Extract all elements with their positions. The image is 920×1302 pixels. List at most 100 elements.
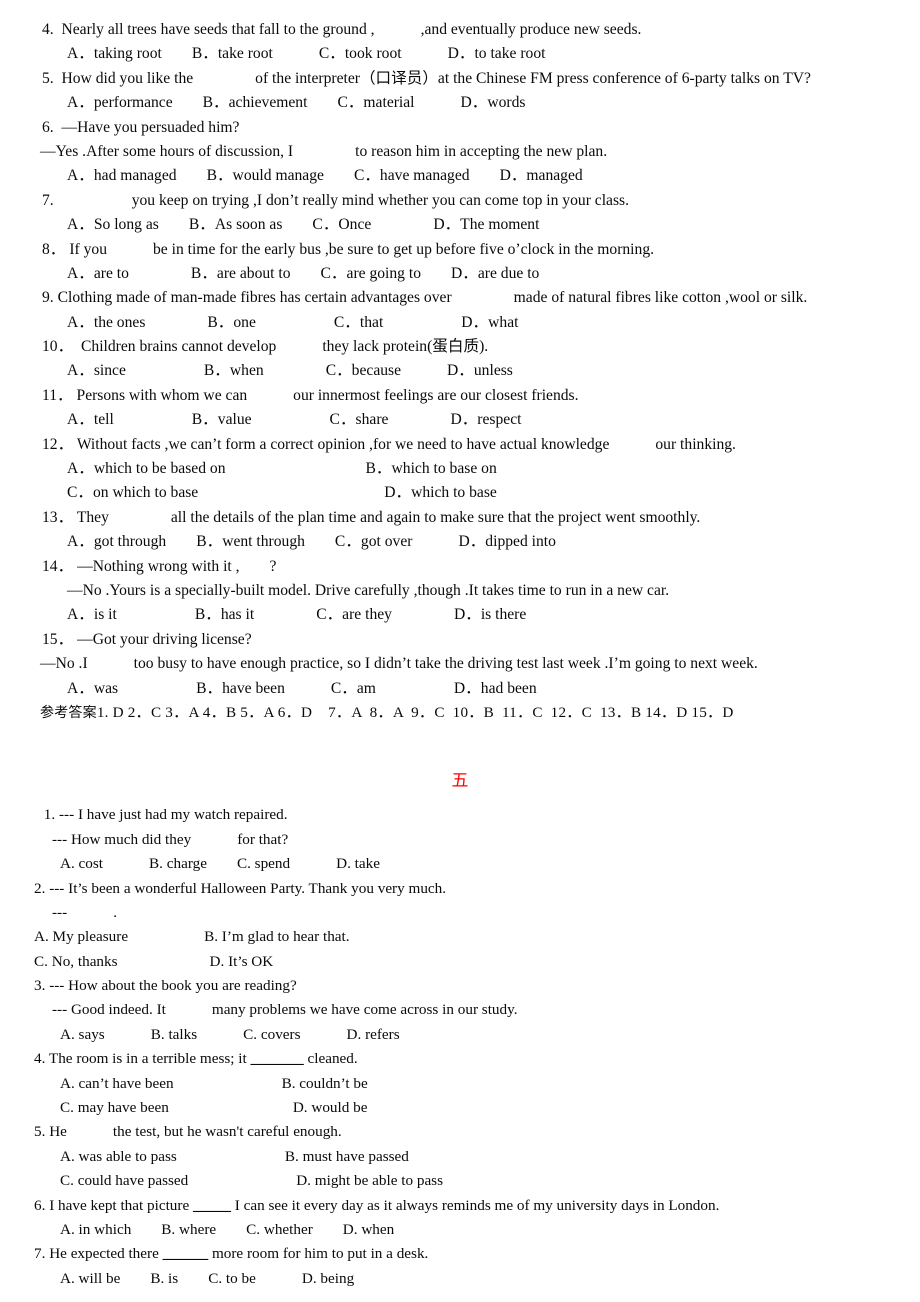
option-d[interactable]: D．what xyxy=(461,314,518,331)
option-b[interactable]: B．have been xyxy=(196,680,285,697)
reply-text-after: to reason him in accepting the new plan. xyxy=(355,142,608,160)
option-a[interactable]: A．tell xyxy=(67,411,114,428)
option-d[interactable]: D．are due to xyxy=(451,265,539,282)
option-c[interactable]: C. whether xyxy=(246,1221,313,1238)
question-reply: --- Good indeed. It many problems we have… xyxy=(20,998,900,1022)
option-c[interactable]: C. spend xyxy=(237,855,290,872)
option-a[interactable]: A．the ones xyxy=(67,314,145,331)
option-b[interactable]: B．has it xyxy=(195,606,254,623)
option-d[interactable]: D．words xyxy=(461,94,526,111)
option-c[interactable]: C．material xyxy=(337,94,414,111)
option-c[interactable]: C．that xyxy=(334,314,383,331)
question-number: 13． xyxy=(42,508,74,526)
option-a[interactable]: A．is it xyxy=(67,606,117,623)
option-c[interactable]: C．am xyxy=(331,680,376,697)
option-c[interactable]: C．because xyxy=(326,362,401,379)
question-number: 8． xyxy=(42,240,66,258)
section-divider xyxy=(20,725,900,751)
option-a[interactable]: A．got through xyxy=(67,533,166,550)
option-d[interactable]: D．The moment xyxy=(433,216,539,233)
option-d[interactable]: D. would be xyxy=(293,1099,368,1116)
option-b[interactable]: B．take root xyxy=(192,45,273,62)
answer-key-text: 1. D 2．C 3．A 4．B 5．A 6．D 7．A 8．A 9．C 10．… xyxy=(96,703,734,721)
option-a[interactable]: A. My pleasure xyxy=(34,928,128,945)
option-b[interactable]: B．As soon as xyxy=(189,216,283,233)
option-b[interactable]: B．one xyxy=(207,314,256,331)
option-b[interactable]: B. charge xyxy=(149,855,207,872)
option-c[interactable]: C．got over xyxy=(335,533,413,550)
option-row: A．is it B．has it C．are they D．is there xyxy=(20,603,900,627)
question-stem: 14． —Nothing wrong with it ,? xyxy=(20,555,900,579)
question-text-before: Clothing made of man-made fibres has cer… xyxy=(57,289,452,307)
option-row: A．taking root B．take root C．took root D．to … xyxy=(20,42,900,66)
option-b[interactable]: B. couldn’t be xyxy=(282,1075,368,1092)
option-c[interactable]: C. covers xyxy=(243,1026,300,1043)
option-c[interactable]: C．on which to base xyxy=(67,484,198,501)
option-b[interactable]: B. talks xyxy=(151,1026,197,1043)
option-a[interactable]: A．taking root xyxy=(67,45,162,62)
option-d[interactable]: D. refers xyxy=(347,1026,400,1043)
option-d[interactable]: D. might be able to pass xyxy=(296,1172,443,1189)
option-d[interactable]: D. when xyxy=(343,1221,394,1238)
option-a[interactable]: A. can’t have been xyxy=(60,1075,174,1092)
question-number: 14． xyxy=(42,557,74,575)
option-b[interactable]: B. is xyxy=(150,1270,178,1287)
option-d[interactable]: D．respect xyxy=(450,411,521,428)
option-b[interactable]: B．are about to xyxy=(191,265,291,282)
option-a[interactable]: A. will be xyxy=(60,1270,120,1287)
option-d[interactable]: D．had been xyxy=(454,680,537,697)
option-c[interactable]: C. could have passed xyxy=(60,1172,188,1189)
option-d[interactable]: D．unless xyxy=(447,362,513,379)
question-number: 11． xyxy=(42,386,73,404)
option-a[interactable]: A．was xyxy=(67,680,118,697)
option-d[interactable]: D. take xyxy=(336,855,380,872)
option-row: A．tell B．value C．share D．respect xyxy=(20,408,900,432)
question-text-after: our thinking. xyxy=(655,435,736,453)
question-number: 10． xyxy=(42,338,74,356)
option-d[interactable]: D．to take root xyxy=(448,45,546,62)
option-a[interactable]: A．had managed xyxy=(67,167,177,184)
option-c[interactable]: C. No, thanks xyxy=(34,953,118,970)
option-c[interactable]: C. may have been xyxy=(60,1099,169,1116)
option-b[interactable]: B．achievement xyxy=(203,94,308,111)
option-d[interactable]: D. being xyxy=(302,1270,354,1287)
option-c[interactable]: C．Once xyxy=(312,216,371,233)
option-c[interactable]: C．are going to xyxy=(321,265,421,282)
option-b[interactable]: B．value xyxy=(192,411,252,428)
option-row: A．had managed B．would manage C．have manage… xyxy=(20,164,900,188)
option-b[interactable]: B. where xyxy=(161,1221,216,1238)
option-c[interactable]: C. to be xyxy=(208,1270,256,1287)
option-b[interactable]: B．went through xyxy=(196,533,305,550)
question-stem: 5. He the test, but he wasn't careful eno… xyxy=(20,1120,900,1144)
question-text-before: The room is in a terrible mess; it xyxy=(48,1050,247,1068)
option-a[interactable]: A．So long as xyxy=(67,216,159,233)
option-c[interactable]: C．took root xyxy=(319,45,402,62)
option-a[interactable]: A. in which xyxy=(60,1221,131,1238)
option-b[interactable]: B．which to base on xyxy=(366,460,497,477)
option-a[interactable]: A．which to be based on xyxy=(67,460,226,477)
option-row: C. may have been D. would be xyxy=(20,1096,900,1120)
option-c[interactable]: C．share xyxy=(330,411,389,428)
reply-text-after: . xyxy=(113,903,117,921)
option-a[interactable]: A. cost xyxy=(60,855,103,872)
option-b[interactable]: B. must have passed xyxy=(285,1148,409,1165)
option-d[interactable]: D．dipped into xyxy=(458,533,555,550)
option-b[interactable]: B．when xyxy=(204,362,264,379)
option-c[interactable]: C．are they xyxy=(316,606,392,623)
option-a[interactable]: A. was able to pass xyxy=(60,1148,177,1165)
option-a[interactable]: A．are to xyxy=(67,265,129,282)
option-d[interactable]: D. It’s OK xyxy=(210,953,274,970)
option-b[interactable]: B．would manage xyxy=(207,167,324,184)
option-a[interactable]: A. says xyxy=(60,1026,105,1043)
option-d[interactable]: D．which to base xyxy=(384,484,497,501)
question-number: 5. xyxy=(34,1123,46,1141)
option-a[interactable]: A．performance xyxy=(67,94,173,111)
option-d[interactable]: D．managed xyxy=(500,167,583,184)
option-a[interactable]: A．since xyxy=(67,362,126,379)
option-row: A．are to B．are about to C．are going to D．ar… xyxy=(20,262,900,286)
option-b[interactable]: B. I’m glad to hear that. xyxy=(204,928,350,945)
question-stem: 15． —Got your driving license? xyxy=(20,628,900,652)
question-stem: 5. How did you like the of the interprete… xyxy=(20,67,900,91)
option-c[interactable]: C．have managed xyxy=(354,167,470,184)
option-d[interactable]: D．is there xyxy=(454,606,526,623)
